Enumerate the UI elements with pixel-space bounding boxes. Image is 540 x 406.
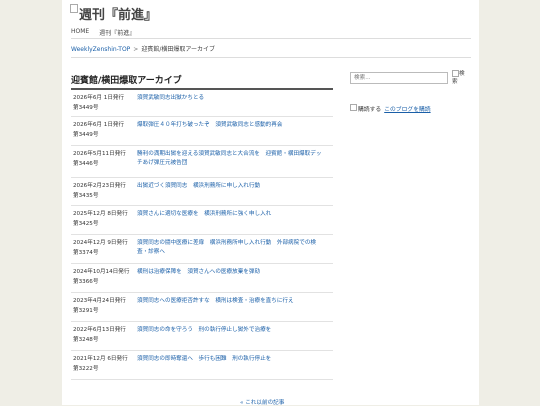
subscribe-link[interactable]: このブログを購読 — [384, 107, 430, 113]
archive-date: 2024年12月 9日発行 — [73, 240, 128, 246]
archive-row: 2024年12月 9日発行 第3374号 須賀同志の闘中医療に差扉 横浜刑務所申… — [71, 235, 333, 264]
archive-issue: 第3435号 — [73, 193, 99, 199]
search-input[interactable] — [350, 72, 448, 84]
breadcrumb-divider — [71, 57, 471, 58]
archive-row: 2026年5月11日発行 第3446号 勝利の満期出獄を迎える須賀武敏同志と大合… — [71, 146, 333, 178]
archive-title-line[interactable]: 須賀同志の即時奪還へ 歩行も困難 刑の執行停止を — [137, 356, 271, 362]
archive-issue: 第3222号 — [73, 366, 99, 372]
archive-title-link[interactable]: 爆取弾圧４０年打ち破ったぞ 須賀武敏同志と感動的再会 — [137, 121, 331, 130]
archive-row: 2026年2月23日発行 第3435号 出獄近づく須賀同志 横浜刑務所に申し入れ… — [71, 178, 333, 206]
archive-row: 2021年12月 6日発行 第3222号 須賀同志の即時奪還へ 歩行も困難 刑の… — [71, 351, 333, 380]
nav-divider — [71, 38, 471, 39]
breadcrumb: WeeklyZenshin-TOP > 迎賓館/横田爆取アーカイブ — [71, 44, 215, 53]
archive-issue: 第3366号 — [73, 279, 99, 285]
global-nav: HOME 週刊『前進』 — [71, 28, 135, 37]
nav-item-home[interactable]: HOME — [71, 28, 89, 37]
archive-date: 2025年12月 8日発行 — [73, 211, 128, 217]
archive-title-link[interactable]: 須賀武敏同志出獄かちとる — [137, 94, 331, 103]
archive-title-line[interactable]: 出獄近づく須賀同志 横浜刑務所に申し入れ行動 — [137, 183, 260, 189]
archive-row: 2024年10月14日発行 第3366号 横刑は治療保障を 須賀さんへの医療放棄… — [71, 264, 333, 293]
archive-list: 2026年6月 1日発行 第3449号 須賀武敏同志出獄かちとる 2026年6月… — [71, 90, 333, 380]
broken-image-icon — [70, 3, 78, 13]
archive-issue: 第3374号 — [73, 250, 99, 256]
archive-issue: 第3446号 — [73, 161, 99, 167]
page-title: 迎賓館/横田爆取アーカイブ — [71, 76, 182, 86]
archive-title-link[interactable]: 横刑は治療保障を 須賀さんへの医療放棄を弾劾 — [137, 268, 331, 277]
archive-title-link[interactable]: 須賀同志の命を守ろう 刑の執行停止し獄外で治療を — [137, 326, 331, 335]
archive-date: 2026年6月 1日発行 — [73, 95, 125, 101]
archive-issue: 第3425号 — [73, 221, 99, 227]
archive-date: 2023年4月24日発行 — [73, 298, 126, 304]
archive-title-line[interactable]: 査・診察へ — [137, 249, 165, 255]
archive-date: 2021年12月 6日発行 — [73, 356, 128, 362]
feed-icon — [350, 104, 357, 111]
archive-date: 2026年5月11日発行 — [73, 151, 126, 157]
archive-row: 2026年6月 1日発行 第3449号 爆取弾圧４０年打ち破ったぞ 須賀武敏同志… — [71, 117, 333, 146]
archive-title-line[interactable]: 須賀武敏同志出獄かちとる — [137, 95, 204, 101]
archive-title-line[interactable]: 横刑は治療保障を 須賀さんへの医療放棄を弾劾 — [137, 269, 260, 275]
nav-item-weekly-zenshin[interactable]: 週刊『前進』 — [99, 28, 135, 37]
archive-date: 2026年2月23日発行 — [73, 183, 126, 189]
archive-date: 2026年6月 1日発行 — [73, 122, 125, 128]
site-title[interactable]: 週刊『前進』 — [70, 2, 157, 24]
archive-title-link[interactable]: 須賀同志への医療拒否許すな 横刑は検査・治療を直ちに行え — [137, 297, 331, 306]
archive-row: 2025年12月 8日発行 第3425号 須賀さんに適切な医療を 横浜刑務所に強… — [71, 206, 333, 235]
archive-title-line[interactable]: 勝利の満期出獄を迎える須賀武敏同志と大合流を 迎賓館・横田爆取デッ — [137, 151, 321, 157]
archive-title-link[interactable]: 出獄近づく須賀同志 横浜刑務所に申し入れ行動 — [137, 182, 331, 191]
archive-title-link[interactable]: 須賀さんに適切な医療を 横浜刑務所に強く申し入れ — [137, 210, 331, 219]
archive-title-line[interactable]: 須賀同志の闘中医療に差扉 横浜刑務所申し入れ行動 外部病院での検 — [137, 240, 316, 246]
archive-title-link[interactable]: 須賀同志の即時奪還へ 歩行も困難 刑の執行停止を — [137, 355, 331, 364]
page-container: 週刊『前進』 HOME 週刊『前進』 WeeklyZenshin-TOP > 迎賓館… — [62, 0, 479, 406]
breadcrumb-home-link[interactable]: WeeklyZenshin-TOP — [71, 46, 130, 53]
archive-issue: 第3449号 — [73, 105, 99, 111]
archive-row: 2023年4月24日発行 第3291号 須賀同志への医療拒否許すな 横刑は検査・… — [71, 293, 333, 322]
subscribe-widget: 購読する このブログを購読 — [350, 104, 431, 113]
breadcrumb-separator: > — [133, 46, 139, 53]
archive-title-line[interactable]: 爆取弾圧４０年打ち破ったぞ 須賀武敏同志と感動的再会 — [137, 122, 282, 128]
site-title-text[interactable]: 週刊『前進』 — [79, 4, 157, 23]
archive-title-link[interactable]: 勝利の満期出獄を迎える須賀武敏同志と大合流を 迎賓館・横田爆取デッ チあげ弾圧元被… — [137, 150, 331, 168]
search-button[interactable]: 検索 — [452, 70, 468, 88]
archive-title-line[interactable]: 須賀さんに適切な医療を 横浜刑務所に強く申し入れ — [137, 211, 271, 217]
archive-issue: 第3291号 — [73, 308, 99, 314]
archive-issue: 第3449号 — [73, 132, 99, 138]
archive-date: 2024年10月14日発行 — [73, 269, 130, 275]
archive-date: 2022年6月13日発行 — [73, 327, 126, 333]
breadcrumb-current: 迎賓館/横田爆取アーカイブ — [141, 46, 215, 53]
subscribe-label: 購読する — [358, 107, 382, 113]
broken-image-icon — [452, 70, 459, 77]
archive-title-link[interactable]: 須賀同志の闘中医療に差扉 横浜刑務所申し入れ行動 外部病院での検 査・診察へ — [137, 239, 331, 257]
archive-issue: 第3248号 — [73, 337, 99, 343]
archive-title-line[interactable]: 須賀同志の命を守ろう 刑の執行停止し獄外で治療を — [137, 327, 271, 333]
archive-title-line[interactable]: 須賀同志への医療拒否許すな 横刑は検査・治療を直ちに行え — [137, 298, 294, 304]
archive-row: 2022年6月13日発行 第3248号 須賀同志の命を守ろう 刑の執行停止し獄外… — [71, 322, 333, 351]
archive-row: 2026年6月 1日発行 第3449号 須賀武敏同志出獄かちとる — [71, 90, 333, 117]
archive-title-line[interactable]: チあげ弾圧元被告団 — [137, 160, 187, 166]
